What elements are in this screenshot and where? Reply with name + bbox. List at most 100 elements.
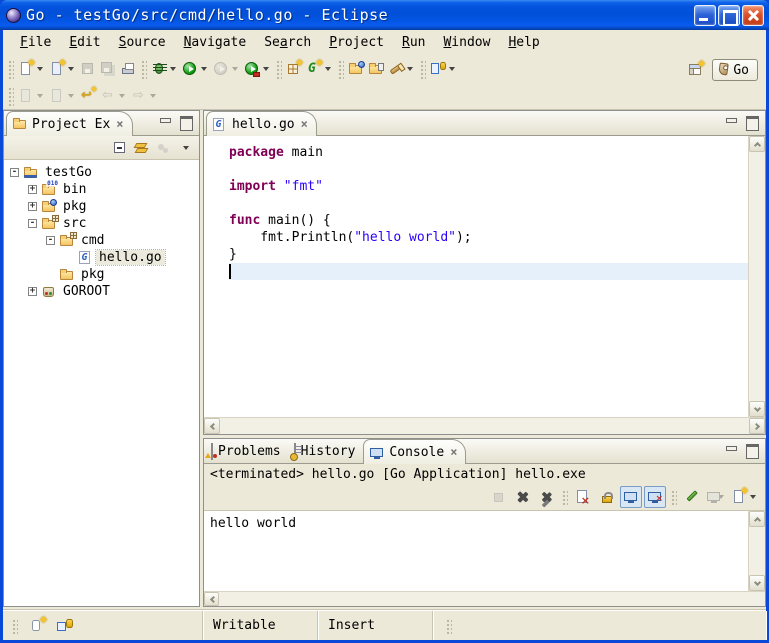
explorer-minmax bbox=[157, 115, 195, 130]
previous-annotation-icon bbox=[49, 88, 65, 104]
tab-console[interactable]: Console × bbox=[363, 439, 466, 464]
console-tabstrip: Problems History Console × bbox=[204, 439, 765, 464]
editor-tabstrip: G hello.go × bbox=[204, 111, 765, 136]
open-resource-button[interactable] bbox=[366, 57, 386, 81]
menu-window[interactable]: Window bbox=[434, 33, 499, 52]
terminate-button[interactable] bbox=[487, 486, 509, 508]
clear-console-icon bbox=[575, 489, 591, 505]
expander-icon[interactable]: - bbox=[46, 236, 55, 245]
open-go-package-button[interactable] bbox=[346, 57, 366, 81]
minimize-editor-button[interactable] bbox=[723, 115, 740, 130]
tree-item-src[interactable]: - src bbox=[4, 215, 199, 232]
expander-icon[interactable]: + bbox=[28, 202, 37, 211]
tree-item-pkg[interactable]: + pkg bbox=[4, 198, 199, 215]
print-button[interactable] bbox=[118, 57, 138, 81]
fast-view-icon[interactable] bbox=[30, 618, 46, 634]
launch-view-icon[interactable] bbox=[56, 618, 74, 634]
open-perspective-button[interactable] bbox=[686, 58, 706, 82]
tab-hello-go[interactable]: G hello.go × bbox=[206, 111, 317, 136]
minimize-view-button[interactable] bbox=[157, 115, 174, 130]
menu-navigate[interactable]: Navigate bbox=[175, 33, 256, 52]
save-icon bbox=[80, 61, 96, 77]
back-button[interactable]: ⇦ bbox=[98, 84, 129, 108]
scroll-left-button[interactable] bbox=[204, 418, 220, 434]
maximize-view-button[interactable] bbox=[178, 115, 195, 130]
collapse-all-button[interactable] bbox=[109, 138, 129, 158]
scroll-down-button[interactable] bbox=[749, 401, 765, 417]
scroll-up-button[interactable] bbox=[749, 511, 765, 527]
previous-annotation-button[interactable] bbox=[47, 84, 78, 108]
menu-help[interactable]: Help bbox=[499, 33, 548, 52]
next-annotation-button[interactable] bbox=[16, 84, 47, 108]
expander-icon[interactable]: - bbox=[28, 219, 37, 228]
tab-history[interactable]: History bbox=[289, 439, 364, 463]
new-go-package-button[interactable] bbox=[284, 57, 304, 81]
link-with-editor-button[interactable] bbox=[131, 138, 151, 158]
new-go-file-button[interactable]: G bbox=[304, 57, 335, 81]
scroll-left-button[interactable] bbox=[204, 592, 219, 606]
expander-icon[interactable]: + bbox=[28, 185, 37, 194]
profile-button[interactable] bbox=[211, 57, 242, 81]
scroll-lock-button[interactable] bbox=[596, 486, 618, 508]
expander-icon[interactable]: + bbox=[28, 287, 37, 296]
focus-task-button[interactable] bbox=[153, 138, 173, 158]
save-all-button[interactable] bbox=[98, 57, 118, 81]
console-output-area[interactable]: hello world bbox=[204, 510, 765, 591]
debug-button[interactable] bbox=[149, 57, 180, 81]
open-console-button[interactable] bbox=[729, 486, 759, 508]
menu-file[interactable]: File bbox=[11, 33, 60, 52]
minimize-view-button[interactable] bbox=[723, 443, 740, 458]
close-button[interactable] bbox=[742, 5, 764, 26]
run-external-tools-button[interactable] bbox=[242, 57, 273, 81]
maximize-button[interactable] bbox=[718, 5, 740, 26]
expander-icon[interactable]: - bbox=[10, 168, 19, 177]
menu-project[interactable]: Project bbox=[320, 33, 393, 52]
tree-item-hello-go[interactable]: G hello.go bbox=[4, 249, 199, 266]
scroll-up-button[interactable] bbox=[749, 136, 765, 152]
run-button[interactable] bbox=[180, 57, 211, 81]
new-go-element-button[interactable] bbox=[47, 57, 78, 81]
go-perspective-button[interactable]: Go bbox=[712, 59, 758, 81]
close-view-icon[interactable]: × bbox=[450, 445, 457, 459]
view-menu-button[interactable] bbox=[175, 138, 195, 158]
console-horizontal-scrollbar[interactable] bbox=[204, 591, 765, 606]
editor-horizontal-scrollbar[interactable] bbox=[204, 417, 765, 434]
scroll-down-button[interactable] bbox=[749, 575, 765, 591]
tree-item-cmd[interactable]: - cmd bbox=[4, 232, 199, 249]
tree-item-testgo[interactable]: - testGo bbox=[4, 164, 199, 181]
menu-run[interactable]: Run bbox=[393, 33, 434, 52]
clear-console-button[interactable] bbox=[572, 486, 594, 508]
minimize-button[interactable] bbox=[694, 5, 716, 26]
code-line: import "fmt" bbox=[229, 178, 748, 195]
display-console-button[interactable] bbox=[705, 486, 727, 508]
tree-item-goroot[interactable]: + GOROOT bbox=[4, 283, 199, 300]
tree-item-pkg-src[interactable]: pkg bbox=[4, 266, 199, 283]
console-vertical-scrollbar[interactable] bbox=[748, 511, 765, 591]
new-file-icon bbox=[18, 61, 34, 77]
maximize-view-button[interactable] bbox=[744, 443, 761, 458]
scroll-right-button[interactable] bbox=[749, 418, 765, 434]
launch-config-button[interactable] bbox=[428, 57, 459, 81]
last-edit-location-button[interactable]: ↩ bbox=[78, 84, 98, 108]
menu-edit[interactable]: Edit bbox=[60, 33, 109, 52]
close-view-icon[interactable]: × bbox=[116, 117, 123, 131]
show-stdout-button[interactable] bbox=[620, 486, 642, 508]
code-editor-surface[interactable]: package main import "fmt" func main() { … bbox=[204, 136, 748, 417]
forward-button[interactable]: ⇨ bbox=[129, 84, 160, 108]
tab-problems[interactable]: Problems bbox=[206, 439, 289, 463]
menu-source[interactable]: Source bbox=[110, 33, 175, 52]
maximize-editor-button[interactable] bbox=[744, 115, 761, 130]
close-editor-icon[interactable]: × bbox=[301, 117, 308, 131]
search-button[interactable] bbox=[386, 57, 417, 81]
current-line bbox=[229, 263, 748, 280]
new-wizard-button[interactable] bbox=[16, 57, 47, 81]
menu-search[interactable]: Search bbox=[255, 33, 320, 52]
editor-vertical-scrollbar[interactable] bbox=[748, 136, 765, 417]
remove-launch-button[interactable] bbox=[511, 486, 533, 508]
save-button[interactable] bbox=[78, 57, 98, 81]
show-stderr-button[interactable]: × bbox=[644, 486, 666, 508]
remove-all-terminated-button[interactable] bbox=[535, 486, 557, 508]
tree-item-bin[interactable]: + 010 bin bbox=[4, 181, 199, 198]
tab-project-explorer[interactable]: Project Ex × bbox=[6, 111, 133, 136]
pin-console-button[interactable] bbox=[681, 486, 703, 508]
